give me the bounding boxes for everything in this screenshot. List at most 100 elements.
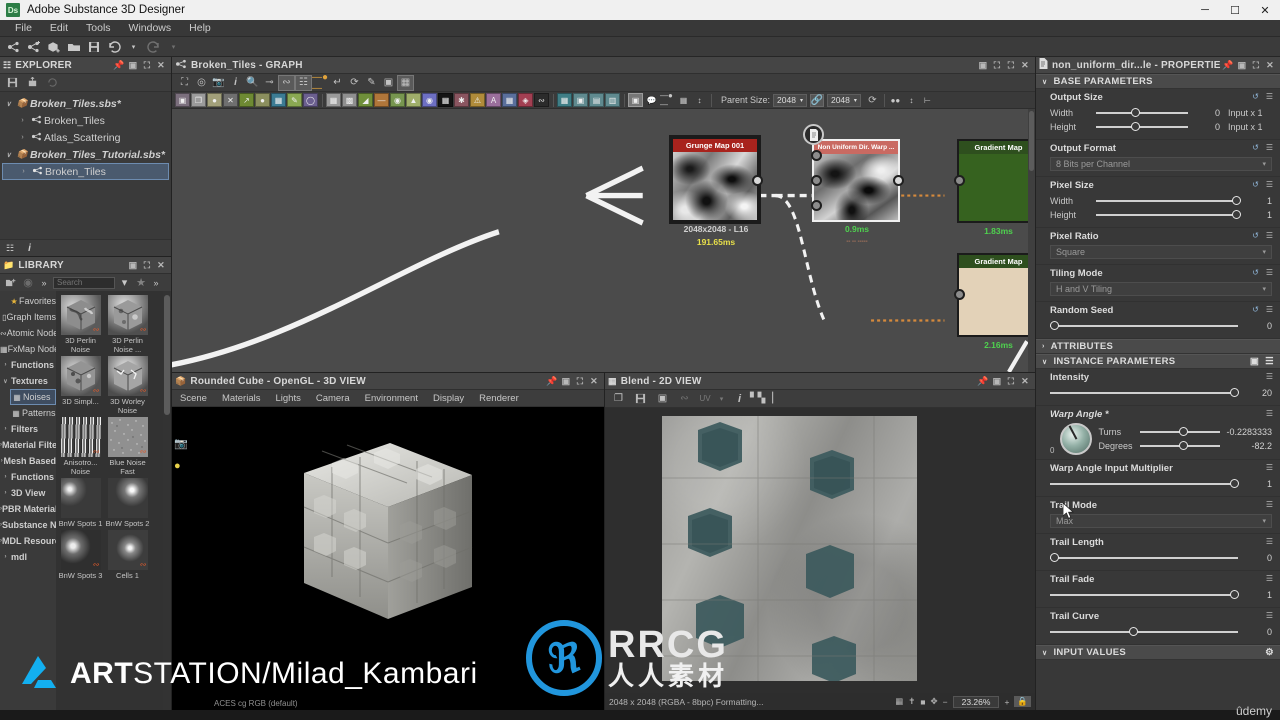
more-icon[interactable]: » <box>151 274 161 292</box>
random-seed-row[interactable]: 0 <box>1050 319 1272 333</box>
undock-icon[interactable]: ▣ <box>1235 58 1249 72</box>
library-tree-item-noises[interactable]: ▦ Noises <box>10 389 56 405</box>
pixel-size-width-slider[interactable] <box>1096 195 1242 207</box>
trail-length-slider[interactable] <box>1050 552 1238 564</box>
favorites-icon[interactable]: ★ <box>135 274 147 292</box>
graph-node-grunge-map[interactable]: Grunge Map 001 <box>671 137 759 222</box>
grid-icon[interactable]: ▦ <box>397 74 414 91</box>
hsl-node-button[interactable]: ◉ <box>390 93 405 107</box>
node-input-port-2[interactable] <box>811 175 822 186</box>
link-icon[interactable]: ∾ <box>676 391 693 407</box>
curvature-node-button[interactable]: ◉ <box>422 93 437 107</box>
filter-icon[interactable]: ▾ <box>118 274 131 292</box>
parameter-menu-icon[interactable]: ☰ <box>1266 537 1273 546</box>
redo-dropdown-icon[interactable]: ▾ <box>164 38 183 56</box>
close-icon[interactable]: ✕ <box>154 258 168 272</box>
undock-icon[interactable]: ▣ <box>559 374 573 388</box>
menu-display[interactable]: Display <box>433 393 464 404</box>
copy-icon[interactable]: ❐ <box>610 391 627 407</box>
random-seed-slider[interactable] <box>1050 320 1238 332</box>
maximize-icon[interactable]: ⛶ <box>140 58 154 72</box>
node-output-port[interactable] <box>893 175 904 186</box>
properties-body[interactable]: ∨ BASE PARAMETERS Output Size ↺ ☰ Width … <box>1036 74 1280 710</box>
list-item[interactable]: ∾ Cells 1 <box>105 530 150 580</box>
explorer-tree[interactable]: ∨ 📦 Broken_Tiles.sbs* › Broken_Tiles › A… <box>0 92 171 239</box>
transform-node-button[interactable]: ▩ <box>342 93 357 107</box>
menu-environment[interactable]: Environment <box>365 393 418 404</box>
intensity-row[interactable]: 20 <box>1050 386 1272 400</box>
graph-node-non-uniform-dir-warp[interactable]: Non Uniform Dir. Warp ... <box>812 139 900 222</box>
zoom-in-button[interactable]: + <box>1004 697 1009 707</box>
library-tree-item-graph-items[interactable]: ▯ Graph Items <box>0 309 56 325</box>
vertical-align-icon[interactable]: ↕ <box>904 93 919 107</box>
pixel-size-height-slider[interactable] <box>1096 209 1242 221</box>
list-item[interactable]: ∾ 3D Perlin Noise <box>58 295 103 354</box>
pin-icon[interactable]: 📌 <box>112 58 126 72</box>
info-icon[interactable]: i <box>227 75 244 91</box>
chevron-right-icon[interactable]: › <box>0 490 11 496</box>
blur-node-button[interactable]: ● <box>207 93 222 107</box>
reimport-icon[interactable] <box>43 74 62 92</box>
section-instance-parameters[interactable]: ∨ INSTANCE PARAMETERS ▣ ☰ <box>1036 354 1280 369</box>
search-input[interactable] <box>53 276 115 289</box>
tree-item-package[interactable]: ∨ 📦 Broken_Tiles_Tutorial.sbs* <box>0 146 171 163</box>
menu-lights[interactable]: Lights <box>275 393 300 404</box>
text-node-button[interactable]: A <box>486 93 501 107</box>
list-item[interactable]: ∾ Anisotro... Noise <box>58 417 103 476</box>
list-item[interactable]: BnW Spots 1 <box>58 478 103 528</box>
normal-node-button[interactable]: ▲ <box>406 93 421 107</box>
parent-size-height-select[interactable]: 2048 ▾ <box>826 93 861 107</box>
node-input-port[interactable] <box>954 289 965 300</box>
pixel-ratio-select[interactable]: Square ▾ <box>1050 245 1272 259</box>
graph-canvas[interactable]: Grunge Map 001 2048x2048 - L16 191.65ms … <box>172 109 1035 372</box>
undo-icon[interactable] <box>104 38 123 56</box>
chevron-down-icon[interactable]: ▾ <box>717 391 726 407</box>
camera-icon[interactable]: 📷 <box>210 75 227 91</box>
close-icon[interactable]: ✕ <box>1250 0 1280 20</box>
fit-graph-icon[interactable]: ⛶ <box>176 75 193 91</box>
graph-scrollbar[interactable] <box>1028 109 1035 372</box>
parameter-menu-icon[interactable]: ☰ <box>1266 463 1273 472</box>
input-node-button[interactable]: ▤ <box>589 93 604 107</box>
new-substance-icon[interactable] <box>24 38 43 56</box>
chevron-down-icon[interactable]: ∨ <box>1042 358 1047 366</box>
fill-node-button[interactable]: ◈ <box>518 93 533 107</box>
list-item[interactable]: BnW Spots 2 <box>105 478 150 528</box>
node-output-port[interactable] <box>752 175 763 186</box>
curve-node-button[interactable]: ↗ <box>239 93 254 107</box>
save-icon[interactable] <box>3 74 22 92</box>
redo-icon[interactable] <box>144 38 163 56</box>
node-input-port-3[interactable] <box>811 200 822 211</box>
duplicate-icon[interactable]: ☷ <box>295 74 312 91</box>
chevron-right-icon[interactable]: › <box>16 134 29 141</box>
channel-icon[interactable]: ■ <box>920 697 925 707</box>
maximize-icon[interactable]: ⛶ <box>573 374 587 388</box>
maximize-icon[interactable]: ⛶ <box>1249 58 1263 72</box>
library-tree-item-mdl-resources[interactable]: ›MDL Resources <box>0 533 56 549</box>
align-icon[interactable]: ⊢ <box>920 93 935 107</box>
link-icon[interactable]: ⊸ <box>261 75 278 91</box>
reset-size-icon[interactable]: ⟳ <box>864 92 881 108</box>
warp-angle-degrees-row[interactable]: Degrees -82.2 <box>1098 439 1272 453</box>
undock-icon[interactable]: ▣ <box>990 374 1004 388</box>
menu-renderer[interactable]: Renderer <box>479 393 519 404</box>
section-input-values[interactable]: ∨ INPUT VALUES ⚙ <box>1036 645 1280 660</box>
duplicate-icon[interactable]: ▣ <box>654 391 671 407</box>
parent-size-width-select[interactable]: 2048 ▾ <box>773 93 807 107</box>
wave-node-button[interactable]: ∾ <box>534 93 549 107</box>
chevron-down-icon[interactable]: ∨ <box>2 100 15 108</box>
list-item[interactable]: ∾ 3D Simpl... <box>58 356 103 415</box>
pin-node-icon[interactable]: —●— <box>660 91 675 109</box>
library-tree-item-substance-nodes[interactable]: ›Substance Nodes <box>0 517 56 533</box>
chevron-right-icon[interactable]: › <box>0 426 11 432</box>
expose-parameter-icon[interactable]: ↺ <box>1252 143 1259 152</box>
expose-parameter-icon[interactable]: ↺ <box>1252 180 1259 189</box>
parameter-menu-icon[interactable]: ☰ <box>1266 268 1273 277</box>
trail-curve-row[interactable]: 0 <box>1050 625 1272 639</box>
parameter-menu-icon[interactable]: ☰ <box>1265 356 1274 367</box>
more-icon[interactable]: » <box>39 274 49 292</box>
parameter-menu-icon[interactable]: ☰ <box>1266 611 1273 620</box>
library-tree-item-mdl[interactable]: › mdl <box>0 549 56 565</box>
zoom-level[interactable]: 23.26% <box>952 695 1000 708</box>
trail-fade-slider[interactable] <box>1050 589 1240 601</box>
